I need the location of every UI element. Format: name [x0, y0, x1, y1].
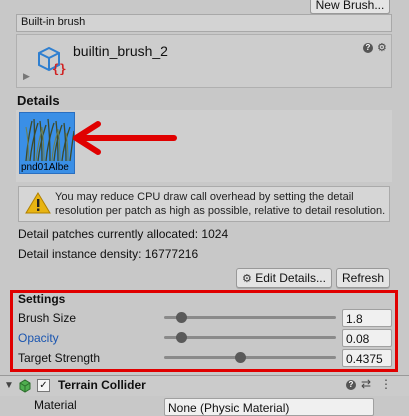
terrain-collider-header[interactable]: ▼ ✓ Terrain Collider ? ⇄ ⋮ — [0, 376, 409, 396]
brush-header-box: Built-in brush — [16, 14, 392, 32]
more-icon[interactable]: ⋮ — [380, 377, 392, 391]
patches-text: Detail patches currently allocated: 1024 — [18, 227, 229, 241]
target-strength-slider-track[interactable] — [164, 356, 336, 359]
expand-arrow-icon[interactable]: ▶ — [23, 71, 30, 82]
grass-icon — [25, 118, 74, 162]
settings-icon[interactable]: ⚙ — [377, 41, 387, 54]
opacity-slider-knob[interactable] — [176, 332, 187, 343]
presets-icon[interactable]: ⇄ — [361, 377, 371, 391]
brush-size-label: Brush Size — [18, 311, 77, 325]
brush-asset-panel: {} builtin_brush_2 ? ⚙ ▶ — [16, 34, 392, 88]
warning-box: You may reduce CPU draw call overhead by… — [18, 186, 390, 222]
target-strength-field[interactable]: 0.4375 — [342, 349, 392, 367]
settings-icon: ⚙ — [242, 273, 252, 285]
brush-name: builtin_brush_2 — [73, 43, 168, 59]
red-arrow-annotation — [73, 121, 177, 155]
svg-text:{}: {} — [52, 62, 66, 75]
opacity-slider-track[interactable] — [164, 336, 336, 339]
material-field[interactable]: None (Physic Material) — [164, 398, 374, 416]
details-title: Details — [17, 93, 60, 108]
warning-text: You may reduce CPU draw call overhead by… — [55, 191, 386, 217]
brush-size-slider-knob[interactable] — [176, 312, 187, 323]
help-icon[interactable]: ? — [363, 43, 373, 53]
brush-asset-icon: {} — [35, 43, 67, 76]
new-brush-button[interactable]: New Brush... — [310, 0, 390, 14]
warning-icon — [25, 191, 51, 218]
material-label: Material — [34, 398, 77, 412]
brush-header-label: Built-in brush — [21, 16, 86, 28]
opacity-label: Opacity — [18, 331, 59, 345]
foldout-arrow-icon[interactable]: ▼ — [4, 380, 14, 391]
collider-icon — [18, 379, 32, 396]
settings-title: Settings — [18, 292, 66, 306]
refresh-button[interactable]: Refresh — [336, 268, 390, 288]
edit-details-button[interactable]: ⚙ Edit Details... — [236, 268, 332, 288]
detail-thumbnail[interactable]: pnd01Albe — [19, 112, 75, 174]
brush-size-slider-track[interactable] — [164, 316, 336, 319]
edit-details-label: Edit Details... — [255, 271, 326, 285]
terrain-collider-title: Terrain Collider — [58, 378, 146, 392]
enabled-checkbox[interactable]: ✓ — [37, 379, 50, 392]
brush-size-field[interactable]: 1.8 — [342, 309, 392, 327]
target-strength-label: Target Strength — [18, 351, 101, 365]
thumbnail-caption: pnd01Albe — [21, 162, 69, 173]
help-icon[interactable]: ? — [346, 380, 356, 390]
opacity-field[interactable]: 0.08 — [342, 329, 392, 347]
density-text: Detail instance density: 16777216 — [18, 247, 199, 261]
target-strength-slider-knob[interactable] — [235, 352, 246, 363]
